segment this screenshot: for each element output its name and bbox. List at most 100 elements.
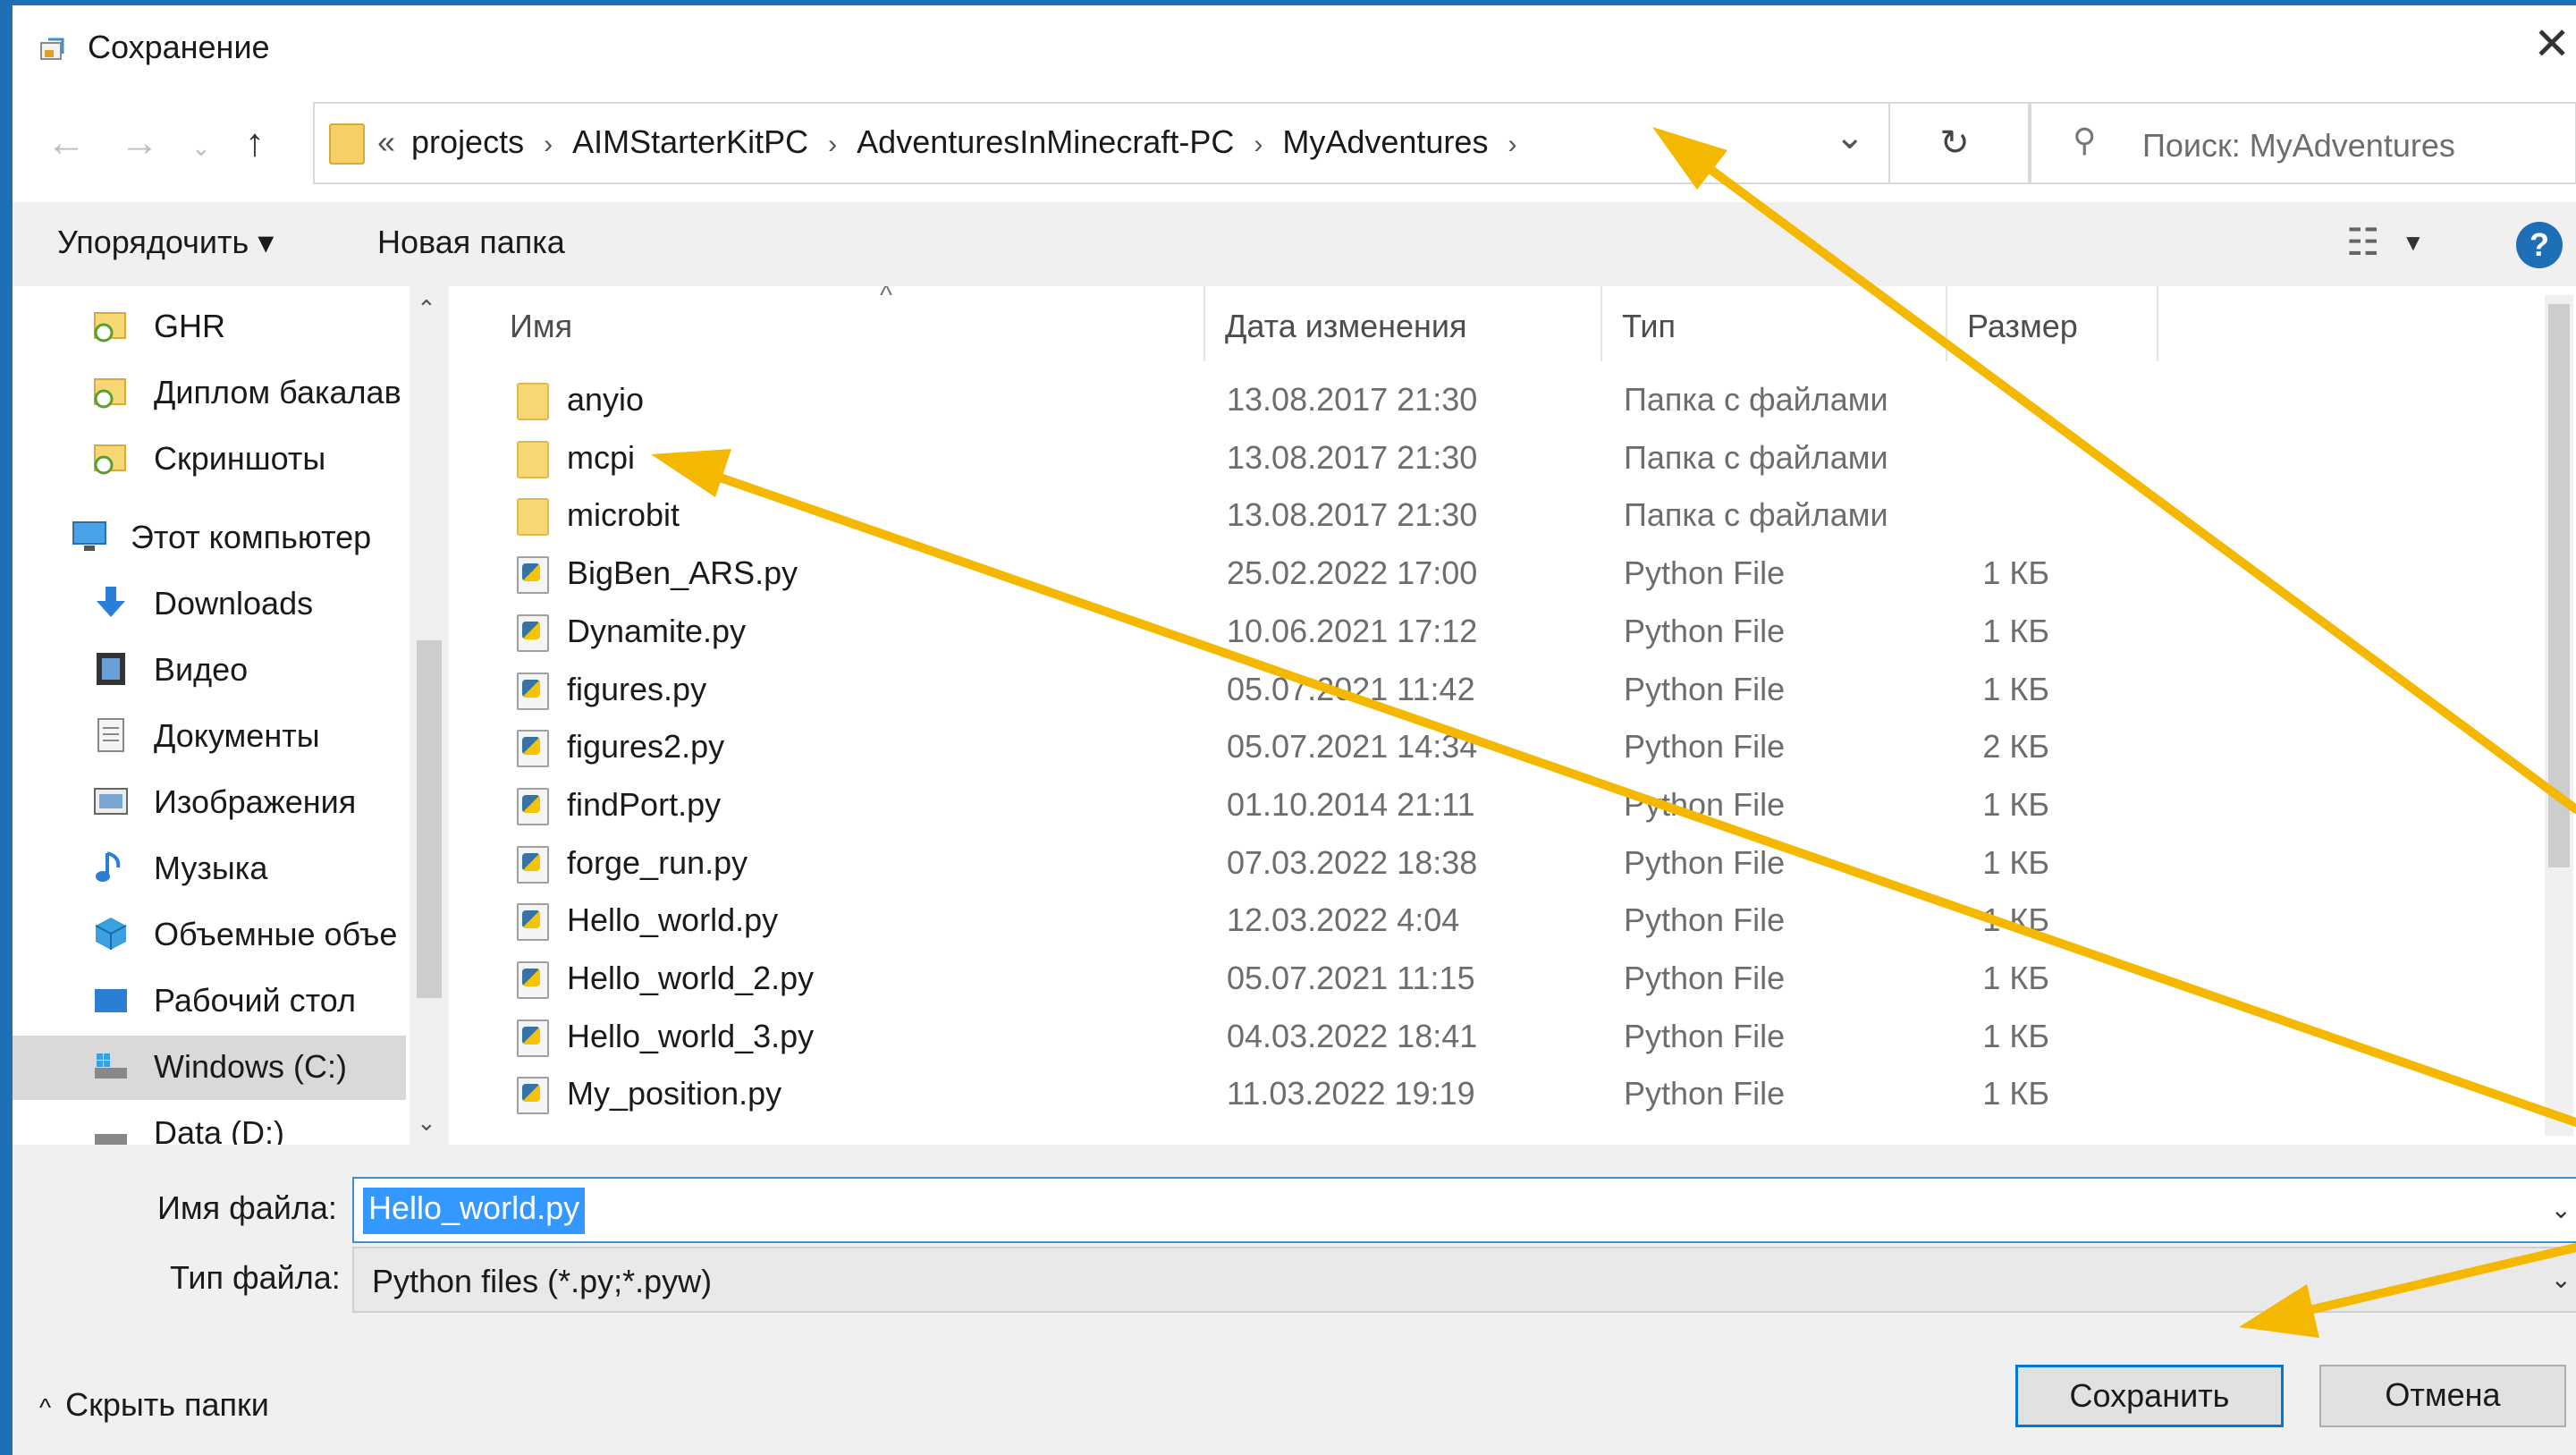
breadcrumb-item[interactable]: AIMStarterKitPC <box>572 123 808 160</box>
breadcrumb-separator-icon[interactable]: › <box>828 130 837 159</box>
chevron-down-icon[interactable]: ⌄ <box>2551 1265 2572 1294</box>
file-row[interactable]: anyio 13.08.2017 21:30 Папка с файлами <box>449 372 2532 429</box>
save-button[interactable]: Сохранить <box>2015 1365 2284 1427</box>
file-row[interactable]: Dynamite.py 10.06.2021 17:12 Python File 1 … <box>449 604 2532 661</box>
recent-chevron-icon[interactable]: ⌄ <box>191 136 211 159</box>
cancel-button[interactable]: Отмена <box>2319 1365 2566 1427</box>
file-type: Python File <box>1624 1017 1786 1054</box>
nav-scrollbar[interactable]: ⌃ ⌄ <box>410 286 449 1145</box>
file-row[interactable]: microbit 13.08.2017 21:30 Папка с файлами <box>449 487 2532 545</box>
file-date: 10.06.2021 17:12 <box>1227 612 1478 649</box>
file-type: Папка с файлами <box>1624 381 1888 418</box>
file-row[interactable]: Hello_world_2.py 05.07.2021 11:15 Python F… <box>449 951 2532 1008</box>
filetype-select[interactable]: Python files (*.py;*.pyw) ⌄ <box>352 1247 2576 1313</box>
scroll-up-icon[interactable]: ⌃ <box>417 295 436 323</box>
breadcrumb-item[interactable]: projects <box>411 123 524 160</box>
file-name: microbit <box>567 496 680 534</box>
folder-icon <box>329 123 365 165</box>
file-type: Папка с файлами <box>1624 496 1888 534</box>
scrollbar-thumb[interactable] <box>417 640 442 998</box>
file-row[interactable]: figures.py 05.07.2021 11:42 Python File 1 К… <box>449 662 2532 719</box>
filename-value[interactable]: Hello_world.py <box>363 1188 586 1234</box>
save-form: Имя файла: Hello_world.py ⌄ Тип файла: P… <box>13 1145 2576 1455</box>
file-row[interactable]: figures2.py 05.07.2021 14:34 Python File 2 … <box>449 719 2532 776</box>
breadcrumb-item[interactable]: AdventuresInMinecraft-PC <box>857 123 1234 160</box>
python-file-icon <box>517 1077 549 1115</box>
nav-item-label: Скриншоты <box>154 440 326 477</box>
nav-item-drive-c[interactable]: Windows (C:) <box>13 1036 406 1100</box>
breadcrumb-overflow[interactable]: « <box>377 123 395 160</box>
breadcrumb-separator-icon[interactable]: › <box>1508 130 1516 159</box>
folder-sync-icon <box>94 312 126 343</box>
nav-item-label: Документы <box>154 717 320 754</box>
file-size: 1 КБ <box>1982 785 2049 823</box>
file-list-scrollbar[interactable] <box>2545 295 2573 1136</box>
new-folder-button[interactable]: Новая папка <box>377 224 565 261</box>
hide-folders-button[interactable]: ^ Скрыть папки <box>39 1386 269 1424</box>
column-header-size[interactable]: Размер <box>1947 286 2158 361</box>
scroll-down-icon[interactable]: ⌄ <box>417 1109 436 1137</box>
address-bar[interactable]: « projects › AIMStarterKitPC › AdventuresInMi… <box>313 102 2030 184</box>
column-header-type[interactable]: Тип <box>1602 286 1947 361</box>
file-type: Папка с файлами <box>1624 438 1888 476</box>
search-input[interactable]: ⚲ Поиск: MyAdventures <box>2030 102 2576 184</box>
file-row[interactable]: mcpi 13.08.2017 21:30 Папка с файлами <box>449 430 2532 487</box>
file-date: 05.07.2021 14:34 <box>1227 728 1478 766</box>
nav-item-ghr[interactable]: GHR <box>13 295 406 360</box>
address-dropdown-icon[interactable]: ⌄ <box>1835 116 1865 157</box>
chevron-down-icon[interactable]: ⌄ <box>2551 1195 2572 1224</box>
3d-objects-icon <box>95 918 127 950</box>
file-type: Python File <box>1624 843 1786 881</box>
nav-item-label: Windows (C:) <box>154 1048 348 1085</box>
file-row[interactable]: Hello_world.py 12.03.2022 4:04 Python File… <box>449 892 2532 950</box>
nav-item-pictures[interactable]: Изображения <box>13 771 406 835</box>
view-dropdown-icon[interactable]: ▼ <box>2402 229 2425 257</box>
view-options-icon[interactable]: ☷ <box>2346 220 2380 264</box>
file-row[interactable]: BigBen_ARS.py 25.02.2022 17:00 Python File… <box>449 546 2532 603</box>
column-header-date[interactable]: Дата изменения <box>1205 286 1602 361</box>
forward-arrow-icon[interactable]: → <box>120 123 159 163</box>
nav-item-drive-d[interactable]: Data (D:) <box>13 1102 406 1145</box>
breadcrumb-item[interactable]: MyAdventures <box>1282 123 1488 160</box>
organize-button[interactable]: Упорядочить ▾ <box>57 224 274 261</box>
nav-item-desktop[interactable]: Рабочий стол <box>13 969 406 1034</box>
breadcrumb-separator-icon[interactable]: › <box>1254 130 1263 159</box>
up-arrow-icon[interactable]: ↑ <box>245 123 265 163</box>
python-file-icon <box>517 1019 549 1057</box>
folder-icon <box>517 440 549 478</box>
file-name: findPort.py <box>567 785 722 823</box>
nav-item-screenshots[interactable]: Скриншоты <box>13 427 406 492</box>
nav-item-this-pc[interactable]: Этот компьютер <box>13 506 406 571</box>
nav-item-downloads[interactable]: Downloads <box>13 572 406 637</box>
file-row[interactable]: Hello_world_3.py 04.03.2022 18:41 Python F… <box>449 1009 2532 1066</box>
file-row[interactable]: forge_run.py 07.03.2022 18:38 Python File 1… <box>449 835 2532 892</box>
file-row[interactable]: findPort.py 01.10.2014 21:11 Python File 1 … <box>449 777 2532 834</box>
breadcrumb-separator-icon[interactable]: › <box>544 130 553 159</box>
nav-item-documents[interactable]: Документы <box>13 705 406 769</box>
file-size: 1 КБ <box>1982 843 2049 881</box>
python-file-icon <box>517 730 549 768</box>
file-row[interactable]: My_position.py 11.03.2022 19:19 Python Fil… <box>449 1066 2532 1123</box>
navigation-pane: GHR Диплом бакалав Скриншоты Этот компью… <box>13 286 449 1145</box>
nav-item-music[interactable]: Музыка <box>13 837 406 901</box>
back-arrow-icon[interactable]: ← <box>46 123 86 163</box>
drive-icon <box>95 1053 127 1079</box>
nav-item-videos[interactable]: Видео <box>13 639 406 703</box>
refresh-icon[interactable]: ↻ <box>1888 104 2019 182</box>
python-file-icon <box>517 613 549 652</box>
scrollbar-thumb[interactable] <box>2548 304 2570 867</box>
nav-item-label: Downloads <box>154 585 314 622</box>
nav-item-3d-objects[interactable]: Объемные объе <box>13 903 406 968</box>
nav-item-diploma[interactable]: Диплом бакалав <box>13 361 406 426</box>
filetype-value: Python files (*.py;*.pyw) <box>372 1263 713 1299</box>
search-placeholder: Поиск: MyAdventures <box>2142 127 2455 164</box>
help-icon[interactable]: ? <box>2516 222 2563 268</box>
computer-icon <box>72 521 106 551</box>
filename-field[interactable]: Hello_world.py ⌄ <box>352 1177 2576 1243</box>
file-name: My_position.py <box>567 1075 782 1112</box>
sort-ascending-icon: ^ <box>880 286 893 310</box>
file-date: 05.07.2021 11:15 <box>1227 960 1475 996</box>
column-header-name[interactable]: Имя ^ <box>490 286 1205 361</box>
close-icon[interactable]: ✕ <box>2533 21 2571 66</box>
python-file-icon <box>517 787 549 825</box>
